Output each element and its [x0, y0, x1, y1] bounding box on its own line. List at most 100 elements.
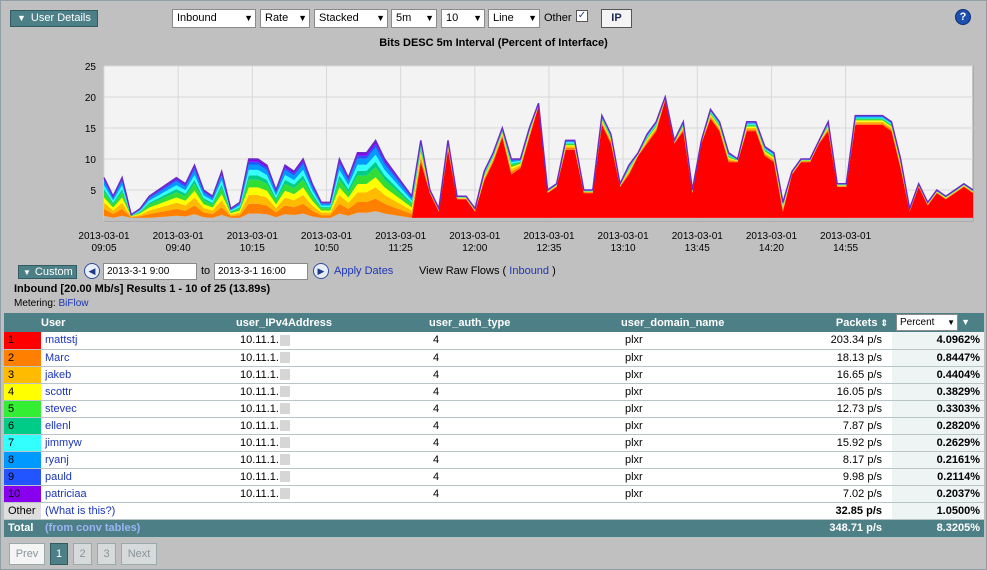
ip-cell: 10.11.1.: [236, 366, 429, 384]
user-link[interactable]: ellenl: [45, 420, 71, 432]
y-tick-label: 25: [85, 62, 97, 73]
packets-cell: 16.65 p/s: [781, 366, 892, 384]
help-icon[interactable]: ?: [955, 9, 971, 25]
user-link[interactable]: jimmyw: [45, 437, 82, 449]
page-2-button[interactable]: 2: [73, 543, 92, 565]
page-3-button[interactable]: 3: [97, 543, 116, 565]
metering-line: Metering: BiFlow: [14, 298, 88, 309]
chevron-down-icon: ▼: [947, 318, 955, 327]
next-range-icon[interactable]: ▶: [313, 263, 329, 279]
x-tick-time: 13:10: [611, 243, 636, 254]
user-cell: Marc: [41, 349, 236, 367]
ip-cell: 10.11.1.: [236, 332, 429, 350]
user-link[interactable]: scottr: [45, 386, 72, 398]
what-is-this-link[interactable]: (What is this?): [45, 505, 115, 517]
view-raw-flows: View Raw Flows ( Inbound ): [419, 265, 556, 277]
ip-header[interactable]: user_IPv4Address: [236, 313, 429, 332]
domain-header[interactable]: user_domain_name: [621, 313, 781, 332]
end-date-input[interactable]: 2013-3-1 16:00: [214, 263, 308, 280]
chevron-down-icon: ▼: [244, 13, 253, 23]
percent-cell: 0.2114%: [892, 468, 984, 486]
auth-cell: 4: [429, 468, 621, 486]
empty-cell: [236, 502, 429, 520]
ip-text: 10.11.1.: [240, 470, 279, 483]
user-cell: patriciaa: [41, 485, 236, 503]
previous-range-icon[interactable]: ◀: [84, 263, 100, 279]
auth-cell: 4: [429, 349, 621, 367]
x-tick-time: 09:05: [91, 243, 116, 254]
table-row[interactable]: 4 scottr 10.11.1. 4 plxr 16.05 p/s 0.3829%: [4, 383, 984, 401]
x-tick-date: 2013-03-01: [301, 231, 353, 242]
table-row[interactable]: 1 mattstj 10.11.1. 4 plxr 203.34 p/s 4.0962%: [4, 332, 984, 350]
user-details-toggle[interactable]: ▼ User Details: [10, 10, 98, 27]
metric-select[interactable]: Rate ▼: [260, 9, 310, 28]
metering-label: Metering:: [14, 298, 56, 309]
other-checkbox[interactable]: ✓: [576, 10, 588, 22]
start-date-input[interactable]: 2013-3-1 9:00: [103, 263, 197, 280]
user-link[interactable]: mattstj: [45, 334, 77, 346]
domain-cell: plxr: [621, 468, 781, 486]
ip-button[interactable]: IP: [601, 9, 632, 28]
sort-icon[interactable]: ⇕: [880, 318, 888, 328]
user-link[interactable]: pauld: [45, 471, 72, 483]
raw-flows-inbound-link[interactable]: Inbound: [509, 265, 549, 277]
raw-flows-suffix: ): [552, 265, 556, 277]
custom-range-toggle[interactable]: ▼ Custom: [18, 265, 77, 279]
results-table: User user_IPv4Address user_auth_type use…: [4, 313, 984, 538]
user-link[interactable]: patriciaa: [45, 488, 87, 500]
redacted-block: [279, 403, 290, 415]
rank-cell: 7: [4, 434, 41, 452]
packets-cell: 7.02 p/s: [781, 485, 892, 503]
auth-cell: 4: [429, 400, 621, 418]
table-row[interactable]: 7 jimmyw 10.11.1. 4 plxr 15.92 p/s 0.2629%: [4, 434, 984, 452]
auth-cell: 4: [429, 451, 621, 469]
interval-select[interactable]: 5m ▼: [391, 9, 437, 28]
table-row[interactable]: 6 ellenl 10.11.1. 4 plxr 7.87 p/s 0.2820%: [4, 417, 984, 435]
packets-cell: 16.05 p/s: [781, 383, 892, 401]
redacted-block: [279, 437, 290, 449]
user-link[interactable]: jakeb: [45, 369, 71, 381]
total-packets: 348.71 p/s: [781, 519, 892, 538]
auth-type-header[interactable]: user_auth_type: [429, 313, 621, 332]
conv-tables-link[interactable]: (from conv tables): [45, 522, 140, 534]
next-page-button[interactable]: Next: [121, 543, 157, 565]
direction-select[interactable]: Inbound ▼: [172, 9, 256, 28]
rank-cell: 8: [4, 451, 41, 469]
table-row[interactable]: 10 patriciaa 10.11.1. 4 plxr 7.02 p/s 0.2037%: [4, 485, 984, 503]
domain-cell: plxr: [621, 434, 781, 452]
percent-select[interactable]: Percent ▼: [896, 314, 958, 331]
empty-cell: [429, 519, 621, 538]
domain-cell: plxr: [621, 417, 781, 435]
prev-page-button[interactable]: Prev: [9, 543, 45, 565]
page-1-button[interactable]: 1: [50, 543, 68, 565]
table-row[interactable]: 2 Marc 10.11.1. 4 plxr 18.13 p/s 0.8447%: [4, 349, 984, 367]
ip-cell: 10.11.1.: [236, 417, 429, 435]
metering-link[interactable]: BiFlow: [58, 298, 88, 309]
metric-value: Rate: [265, 12, 289, 24]
count-select[interactable]: 10 ▼: [441, 9, 485, 28]
x-tick-date: 2013-03-01: [598, 231, 650, 242]
packets-header[interactable]: Packets ⇕: [781, 313, 892, 332]
user-link[interactable]: stevec: [45, 403, 77, 415]
column-menu-icon[interactable]: ▼: [961, 317, 970, 327]
x-tick-date: 2013-03-01: [78, 231, 130, 242]
table-row[interactable]: 8 ryanj 10.11.1. 4 plxr 8.17 p/s 0.2161%: [4, 451, 984, 469]
user-header[interactable]: User: [41, 313, 236, 332]
table-row[interactable]: 9 pauld 10.11.1. 4 plxr 9.98 p/s 0.2114%: [4, 468, 984, 486]
user-link[interactable]: Marc: [45, 352, 69, 364]
total-percent: 8.3205%: [892, 519, 984, 538]
packets-header-label: Packets: [835, 316, 878, 329]
redacted-block: [279, 369, 290, 381]
other-packets: 32.85 p/s: [781, 502, 892, 520]
chart-title: Bits DESC 5m Interval (Percent of Interf…: [379, 37, 608, 49]
total-label: Total: [4, 519, 41, 538]
redacted-block: [279, 334, 290, 346]
apply-dates-link[interactable]: Apply Dates: [334, 265, 393, 277]
percent-cell: 0.2161%: [892, 451, 984, 469]
user-link[interactable]: ryanj: [45, 454, 69, 466]
table-row[interactable]: 3 jakeb 10.11.1. 4 plxr 16.65 p/s 0.4404%: [4, 366, 984, 384]
stack-select[interactable]: Stacked ▼: [314, 9, 388, 28]
ip-text: 10.11.1.: [240, 334, 279, 347]
table-row[interactable]: 5 stevec 10.11.1. 4 plxr 12.73 p/s 0.3303%: [4, 400, 984, 418]
chart-style-select[interactable]: Line ▼: [488, 9, 540, 28]
